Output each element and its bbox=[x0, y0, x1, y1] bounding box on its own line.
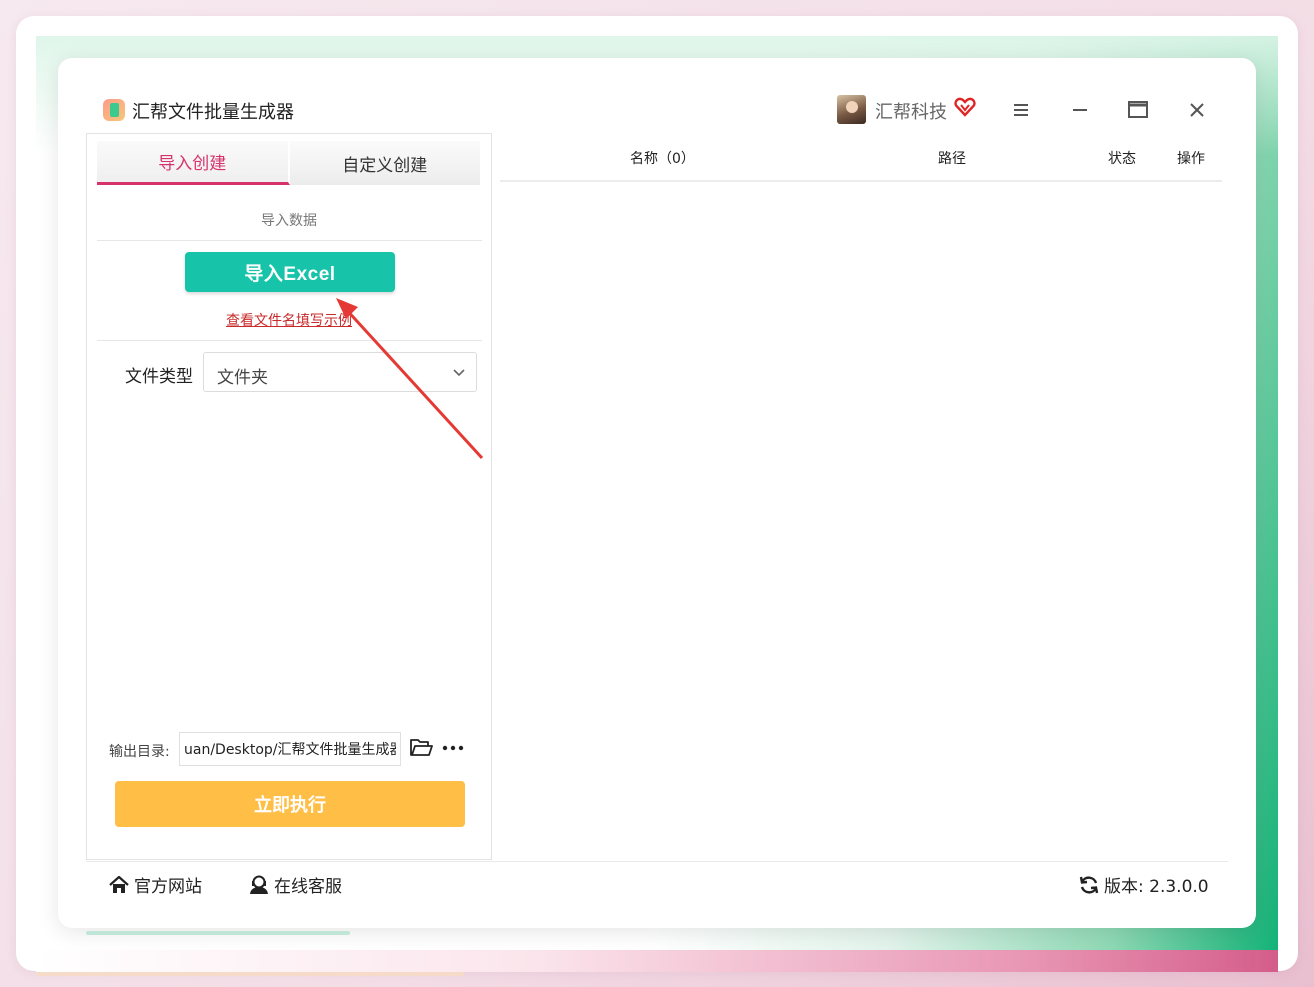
tab-bar: 导入创建 自定义创建 bbox=[97, 141, 482, 185]
decorative-line bbox=[36, 972, 464, 976]
table-header: 名称（0） 路径 状态 操作 bbox=[500, 142, 1222, 182]
home-icon bbox=[109, 875, 129, 893]
user-avatar[interactable] bbox=[837, 95, 866, 124]
output-dir-input[interactable] bbox=[179, 732, 401, 766]
online-support-label: 在线客服 bbox=[274, 877, 342, 897]
chevron-down-icon bbox=[453, 369, 465, 377]
close-icon[interactable] bbox=[1185, 98, 1209, 122]
official-website-link[interactable]: 官方网站 bbox=[108, 872, 202, 897]
version-info: 版本: 2.3.0.0 bbox=[1078, 872, 1209, 897]
filename-example-link[interactable]: 查看文件名填写示例 bbox=[87, 310, 491, 330]
footer-divider bbox=[86, 861, 1228, 862]
support-icon bbox=[250, 875, 268, 894]
refresh-icon[interactable] bbox=[1078, 874, 1100, 896]
vip-heart-icon[interactable] bbox=[954, 96, 976, 118]
output-dir-label: 输出目录: bbox=[109, 744, 170, 760]
app-title: 汇帮文件批量生成器 bbox=[132, 102, 294, 123]
import-excel-button[interactable]: 导入Excel bbox=[185, 252, 395, 292]
file-type-label: 文件类型 bbox=[125, 367, 193, 387]
file-list-table bbox=[500, 182, 1222, 860]
column-header-name[interactable]: 名称（0） bbox=[630, 148, 695, 168]
maximize-icon[interactable] bbox=[1126, 98, 1150, 122]
divider bbox=[97, 340, 482, 341]
minimize-icon[interactable] bbox=[1068, 98, 1092, 122]
column-header-path[interactable]: 路径 bbox=[938, 148, 966, 168]
app-logo-icon bbox=[103, 99, 125, 121]
tab-custom-create[interactable]: 自定义创建 bbox=[289, 141, 482, 185]
column-header-status[interactable]: 状态 bbox=[1108, 148, 1136, 168]
menu-icon[interactable] bbox=[1009, 98, 1033, 122]
column-header-action[interactable]: 操作 bbox=[1177, 148, 1205, 168]
folder-icon[interactable] bbox=[409, 737, 433, 759]
import-data-label: 导入数据 bbox=[261, 213, 317, 229]
left-panel: 导入创建 自定义创建 导入数据 导入Excel 查看文件名填写示例 文件类型 文… bbox=[86, 133, 492, 860]
official-website-label: 官方网站 bbox=[134, 877, 202, 897]
user-name[interactable]: 汇帮科技 bbox=[875, 98, 947, 124]
execute-button[interactable]: 立即执行 bbox=[115, 781, 465, 827]
divider bbox=[97, 240, 482, 241]
background-band bbox=[36, 950, 1278, 972]
app-window: 汇帮文件批量生成器 汇帮科技 导入创建 自定义创建 导入数据 导入Excel 查… bbox=[58, 58, 1256, 928]
online-support-link[interactable]: 在线客服 bbox=[248, 872, 342, 897]
version-label: 版本: 2.3.0.0 bbox=[1104, 877, 1209, 897]
more-icon[interactable] bbox=[441, 740, 465, 756]
tab-import-create[interactable]: 导入创建 bbox=[97, 141, 290, 185]
file-type-value: 文件夹 bbox=[217, 368, 268, 388]
file-type-select[interactable]: 文件夹 bbox=[203, 352, 477, 392]
decorative-line bbox=[86, 931, 350, 935]
